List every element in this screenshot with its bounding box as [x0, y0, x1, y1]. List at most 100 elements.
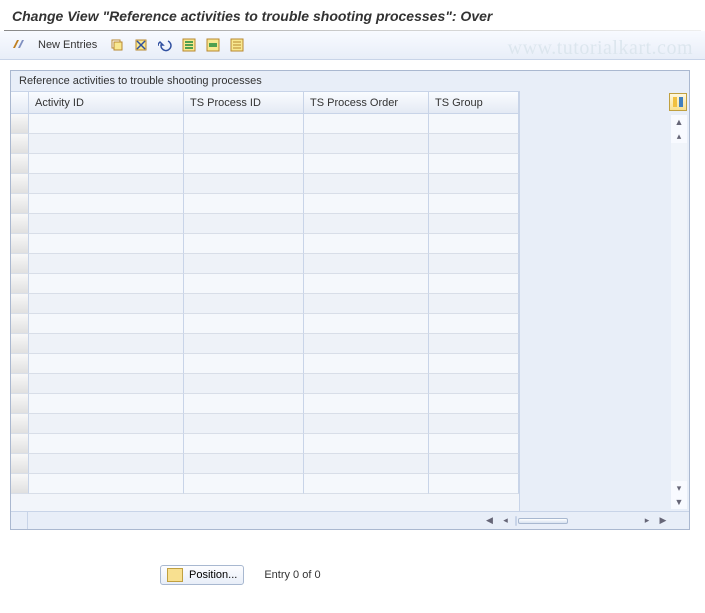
cell-process-id[interactable] — [184, 354, 304, 374]
hscroll-thumb[interactable] — [518, 518, 568, 524]
cell-process-id[interactable] — [184, 454, 304, 474]
cell-group[interactable] — [429, 374, 519, 394]
cell-activity-id[interactable] — [29, 334, 184, 354]
cell-group[interactable] — [429, 194, 519, 214]
row-selector[interactable] — [11, 294, 29, 314]
hscroll-track[interactable] — [515, 516, 517, 526]
cell-activity-id[interactable] — [29, 374, 184, 394]
cell-group[interactable] — [429, 434, 519, 454]
scroll-up-icon[interactable]: ▲ — [671, 115, 687, 129]
copy-icon[interactable] — [109, 37, 125, 53]
scroll-left-icon[interactable]: ◂ — [499, 515, 511, 527]
cell-process-order[interactable] — [304, 374, 429, 394]
cell-group[interactable] — [429, 294, 519, 314]
cell-activity-id[interactable] — [29, 294, 184, 314]
scroll-down-icon[interactable]: ▼ — [671, 495, 687, 509]
cell-process-id[interactable] — [184, 274, 304, 294]
row-selector[interactable] — [11, 454, 29, 474]
cell-process-id[interactable] — [184, 374, 304, 394]
cell-process-order[interactable] — [304, 134, 429, 154]
cell-process-order[interactable] — [304, 334, 429, 354]
row-selector[interactable] — [11, 474, 29, 494]
col-header-activity-id[interactable]: Activity ID — [29, 92, 184, 114]
cell-activity-id[interactable] — [29, 454, 184, 474]
scroll-right-icon[interactable]: ▸ — [641, 515, 653, 527]
cell-process-id[interactable] — [184, 114, 304, 134]
row-selector[interactable] — [11, 394, 29, 414]
vscroll-track[interactable] — [671, 143, 687, 481]
row-selector[interactable] — [11, 194, 29, 214]
cell-activity-id[interactable] — [29, 394, 184, 414]
cell-activity-id[interactable] — [29, 194, 184, 214]
cell-group[interactable] — [429, 154, 519, 174]
cell-process-id[interactable] — [184, 294, 304, 314]
cell-group[interactable] — [429, 214, 519, 234]
cell-activity-id[interactable] — [29, 354, 184, 374]
cell-process-order[interactable] — [304, 414, 429, 434]
cell-group[interactable] — [429, 114, 519, 134]
col-header-group[interactable]: TS Group — [429, 92, 519, 114]
cell-activity-id[interactable] — [29, 234, 184, 254]
vertical-scrollbar[interactable]: ▲ ▴ ▾ ▼ — [671, 115, 687, 509]
cell-process-id[interactable] — [184, 414, 304, 434]
cell-activity-id[interactable] — [29, 414, 184, 434]
cell-process-order[interactable] — [304, 154, 429, 174]
cell-process-id[interactable] — [184, 134, 304, 154]
cell-process-id[interactable] — [184, 474, 304, 494]
new-entries-button[interactable]: New Entries — [34, 39, 101, 51]
table-settings-icon[interactable] — [669, 93, 687, 111]
cell-process-order[interactable] — [304, 174, 429, 194]
cell-process-id[interactable] — [184, 334, 304, 354]
cell-process-order[interactable] — [304, 274, 429, 294]
cell-activity-id[interactable] — [29, 254, 184, 274]
row-selector[interactable] — [11, 434, 29, 454]
cell-process-order[interactable] — [304, 114, 429, 134]
row-selector[interactable] — [11, 354, 29, 374]
cell-process-id[interactable] — [184, 194, 304, 214]
scroll-down-icon-2[interactable]: ▾ — [671, 481, 687, 495]
delete-icon[interactable] — [133, 37, 149, 53]
cell-activity-id[interactable] — [29, 174, 184, 194]
cell-group[interactable] — [429, 174, 519, 194]
row-selector[interactable] — [11, 114, 29, 134]
cell-process-id[interactable] — [184, 214, 304, 234]
cell-process-order[interactable] — [304, 394, 429, 414]
cell-process-id[interactable] — [184, 234, 304, 254]
toggle-display-icon[interactable] — [10, 37, 26, 53]
cell-activity-id[interactable] — [29, 154, 184, 174]
cell-process-order[interactable] — [304, 294, 429, 314]
cell-process-order[interactable] — [304, 454, 429, 474]
cell-group[interactable] — [429, 394, 519, 414]
cell-process-id[interactable] — [184, 434, 304, 454]
cell-activity-id[interactable] — [29, 274, 184, 294]
row-selector[interactable] — [11, 254, 29, 274]
cell-group[interactable] — [429, 254, 519, 274]
undo-icon[interactable] — [157, 37, 173, 53]
row-selector[interactable] — [11, 274, 29, 294]
cell-process-order[interactable] — [304, 194, 429, 214]
cell-process-order[interactable] — [304, 234, 429, 254]
cell-process-order[interactable] — [304, 434, 429, 454]
cell-process-id[interactable] — [184, 314, 304, 334]
row-selector[interactable] — [11, 314, 29, 334]
cell-process-order[interactable] — [304, 214, 429, 234]
cell-group[interactable] — [429, 474, 519, 494]
cell-activity-id[interactable] — [29, 474, 184, 494]
col-header-process-order[interactable]: TS Process Order — [304, 92, 429, 114]
cell-activity-id[interactable] — [29, 314, 184, 334]
cell-group[interactable] — [429, 334, 519, 354]
cell-process-order[interactable] — [304, 314, 429, 334]
cell-process-order[interactable] — [304, 474, 429, 494]
cell-process-id[interactable] — [184, 394, 304, 414]
cell-process-id[interactable] — [184, 154, 304, 174]
row-selector[interactable] — [11, 334, 29, 354]
select-all-rows[interactable] — [11, 92, 29, 114]
cell-group[interactable] — [429, 234, 519, 254]
cell-group[interactable] — [429, 454, 519, 474]
row-selector[interactable] — [11, 234, 29, 254]
scroll-up-icon-2[interactable]: ▴ — [671, 129, 687, 143]
row-selector[interactable] — [11, 134, 29, 154]
cell-process-order[interactable] — [304, 354, 429, 374]
deselect-all-icon[interactable] — [229, 37, 245, 53]
cell-group[interactable] — [429, 414, 519, 434]
